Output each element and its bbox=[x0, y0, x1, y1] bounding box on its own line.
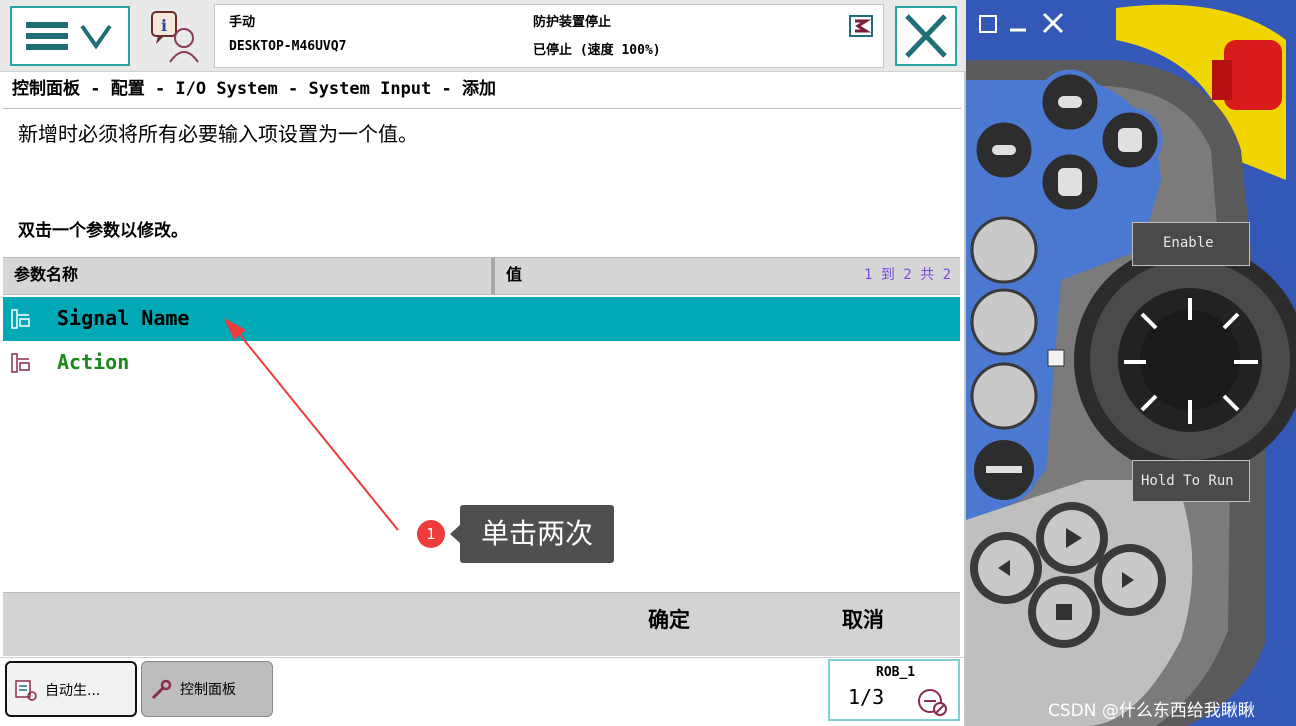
hold-to-run-button[interactable]: Hold To Run bbox=[1132, 460, 1250, 502]
enable-label: Enable bbox=[1163, 235, 1214, 251]
enable-button[interactable]: Enable bbox=[1132, 222, 1250, 266]
hold-to-run-label: Hold To Run bbox=[1141, 473, 1234, 489]
tooltip-pointer bbox=[450, 525, 460, 543]
step-badge: 1 bbox=[417, 520, 445, 548]
watermark: CSDN @什么东西给我瞅瞅 bbox=[1048, 701, 1255, 721]
annotation-tooltip: 单击两次 bbox=[460, 505, 614, 563]
pendant-body bbox=[966, 4, 1296, 726]
annotation-arrow bbox=[224, 318, 399, 531]
flexpendant-hardware: Enable Hold To Run bbox=[966, 0, 1296, 726]
